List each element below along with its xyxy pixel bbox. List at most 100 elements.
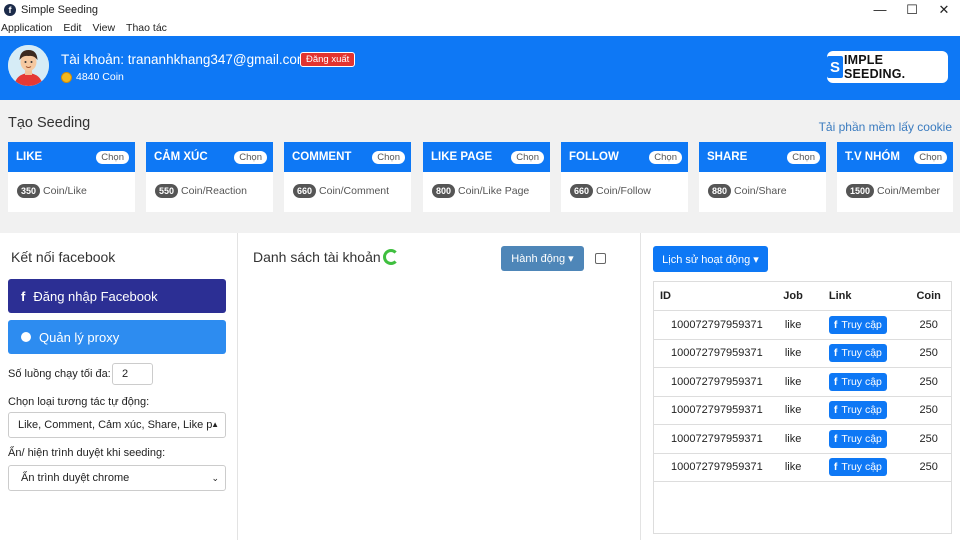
choose-button[interactable]: Chọn bbox=[96, 150, 129, 164]
cost-badge: 880 bbox=[708, 184, 732, 198]
menu-edit[interactable]: Edit bbox=[63, 22, 81, 34]
browser-visibility-label: Ẩn/ hiện trình duyệt khi seeding: bbox=[8, 447, 166, 459]
visit-label: Truy cập bbox=[841, 347, 882, 360]
cost-unit: Coin/Share bbox=[734, 185, 787, 197]
card-title: T.V NHÓM bbox=[845, 151, 900, 163]
card-title: CẢM XÚC bbox=[154, 151, 208, 163]
window-controls: — ☐ ✕ bbox=[864, 0, 960, 19]
cost-badge: 1500 bbox=[846, 184, 875, 198]
panel-title: Kết nối facebook bbox=[11, 249, 116, 265]
account-email: Tài khoản: trananhkhang347@gmail.com bbox=[61, 52, 309, 67]
column-link: Link bbox=[828, 290, 852, 302]
coin-balance-text: 4840 Coin bbox=[76, 71, 124, 83]
row-coin: 250 bbox=[919, 318, 938, 331]
row-job: like bbox=[784, 375, 802, 388]
avatar-image bbox=[8, 45, 49, 86]
column-job: Job bbox=[783, 290, 803, 302]
browser-visibility-select[interactable]: Ẩn trình duyệt chrome ⌄ bbox=[8, 465, 226, 491]
row-coin: 250 bbox=[919, 404, 938, 417]
login-facebook-label: Đăng nhập Facebook bbox=[33, 288, 158, 304]
proxy-manager-button[interactable]: Quản lý proxy bbox=[8, 320, 226, 354]
facebook-icon: f bbox=[833, 375, 838, 388]
cost-badge: 550 bbox=[155, 184, 179, 198]
visit-button[interactable]: f Truy cập bbox=[828, 315, 887, 334]
visit-button[interactable]: f Truy cập bbox=[828, 344, 887, 363]
auto-interaction-value: Like, Comment, Cảm xúc, Share, Like p bbox=[18, 419, 213, 431]
cost-badge: 800 bbox=[432, 184, 456, 198]
cost-unit: Coin/Like Page bbox=[458, 185, 530, 197]
cost-badge: 350 bbox=[17, 184, 41, 198]
max-threads-input[interactable]: 2 bbox=[112, 363, 153, 385]
login-facebook-button[interactable]: f Đăng nhập Facebook bbox=[8, 279, 226, 313]
row-id: 100072797959371 bbox=[671, 461, 763, 474]
seeding-card-group-member[interactable]: T.V NHÓM Chọn 1500 Coin/Member bbox=[837, 142, 953, 212]
seeding-card-comment[interactable]: COMMENT Chọn 660 Coin/Comment bbox=[284, 142, 411, 212]
column-id: ID bbox=[660, 290, 671, 302]
facebook-icon: f bbox=[833, 432, 838, 445]
seeding-card-like[interactable]: LIKE Chọn 350 Coin/Like bbox=[8, 142, 135, 212]
activity-history-button[interactable]: Lịch sử hoạt động ▾ bbox=[653, 246, 768, 272]
max-threads-label: Số luồng chạy tối đa: bbox=[8, 368, 111, 380]
seeding-card-follow[interactable]: FOLLOW Chọn 660 Coin/Follow bbox=[561, 142, 688, 212]
actions-dropdown-button[interactable]: Hành động ▾ bbox=[501, 246, 584, 271]
seeding-card-reaction[interactable]: CẢM XÚC Chọn 550 Coin/Reaction bbox=[146, 142, 273, 212]
card-title: LIKE bbox=[16, 151, 43, 163]
auto-interaction-label: Chọn loại tương tác tự động: bbox=[8, 396, 150, 408]
cookie-tool-link[interactable]: Tải phần mềm lấy cookie bbox=[819, 120, 952, 134]
visit-label: Truy cập bbox=[841, 404, 882, 417]
choose-button[interactable]: Chọn bbox=[511, 150, 544, 164]
create-seeding-section: Tạo Seeding Tải phần mềm lấy cookie LIKE… bbox=[0, 100, 960, 233]
menu-actions[interactable]: Thao tác bbox=[126, 22, 167, 34]
select-all-checkbox[interactable] bbox=[595, 253, 606, 264]
row-job: like bbox=[784, 461, 802, 474]
row-job: like bbox=[784, 318, 802, 331]
section-title: Tạo Seeding bbox=[8, 115, 91, 131]
row-id: 100072797959371 bbox=[671, 432, 763, 445]
browser-visibility-value: Ẩn trình duyệt chrome bbox=[21, 472, 130, 484]
brand-logo-text: IMPLE SEEDING. bbox=[843, 53, 906, 81]
coin-balance: 4840 Coin bbox=[61, 71, 124, 83]
cost-badge: 660 bbox=[293, 184, 317, 198]
seeding-card-like-page[interactable]: LIKE PAGE Chọn 800 Coin/Like Page bbox=[423, 142, 550, 212]
app-logo-icon: f bbox=[4, 3, 16, 16]
facebook-icon: f bbox=[833, 347, 838, 360]
facebook-connect-panel: Kết nối facebook f Đăng nhập Facebook Qu… bbox=[0, 233, 238, 540]
cost-badge: 660 bbox=[570, 184, 594, 198]
cost-unit: Coin/Comment bbox=[319, 185, 390, 197]
visit-button[interactable]: f Truy cập bbox=[828, 372, 887, 391]
menu-bar: Application Edit View Thao tác bbox=[0, 19, 960, 36]
cost-unit: Coin/Reaction bbox=[181, 185, 247, 197]
row-coin: 250 bbox=[919, 461, 938, 474]
menu-application[interactable]: Application bbox=[1, 22, 52, 34]
logout-button[interactable]: Đăng xuất bbox=[300, 52, 356, 67]
facebook-icon: f bbox=[833, 404, 838, 417]
card-title: COMMENT bbox=[292, 151, 352, 163]
maximize-icon[interactable]: ☐ bbox=[896, 0, 928, 19]
choose-button[interactable]: Chọn bbox=[649, 150, 682, 164]
choose-button[interactable]: Chọn bbox=[372, 150, 405, 164]
refresh-icon[interactable] bbox=[383, 249, 399, 265]
brand-logo-letter: S bbox=[827, 56, 843, 78]
visit-label: Truy cập bbox=[841, 318, 882, 331]
minimize-icon[interactable]: — bbox=[864, 0, 896, 19]
seeding-card-share[interactable]: SHARE Chọn 880 Coin/Share bbox=[699, 142, 826, 212]
close-icon[interactable]: ✕ bbox=[928, 0, 960, 19]
coin-icon bbox=[61, 71, 72, 83]
account-list-panel: Danh sách tài khoản Hành động ▾ bbox=[238, 233, 641, 540]
brand-logo: S IMPLE SEEDING. bbox=[827, 51, 948, 83]
menu-view[interactable]: View bbox=[92, 22, 115, 34]
choose-button[interactable]: Chọn bbox=[914, 150, 947, 164]
visit-button[interactable]: f Truy cập bbox=[828, 458, 887, 477]
title-bar: f Simple Seeding — ☐ ✕ bbox=[0, 0, 960, 19]
window-title: Simple Seeding bbox=[21, 3, 99, 16]
avatar bbox=[8, 45, 49, 86]
chevron-down-icon: ⌄ bbox=[211, 473, 219, 483]
visit-button[interactable]: f Truy cập bbox=[828, 401, 887, 420]
choose-button[interactable]: Chọn bbox=[234, 150, 267, 164]
visit-button[interactable]: f Truy cập bbox=[828, 429, 887, 448]
cost-unit: Coin/Member bbox=[877, 185, 941, 197]
auto-interaction-select[interactable]: Like, Comment, Cảm xúc, Share, Like p ▲ bbox=[8, 412, 226, 438]
card-title: FOLLOW bbox=[569, 151, 619, 163]
choose-button[interactable]: Chọn bbox=[787, 150, 820, 164]
row-coin: 250 bbox=[919, 375, 938, 388]
